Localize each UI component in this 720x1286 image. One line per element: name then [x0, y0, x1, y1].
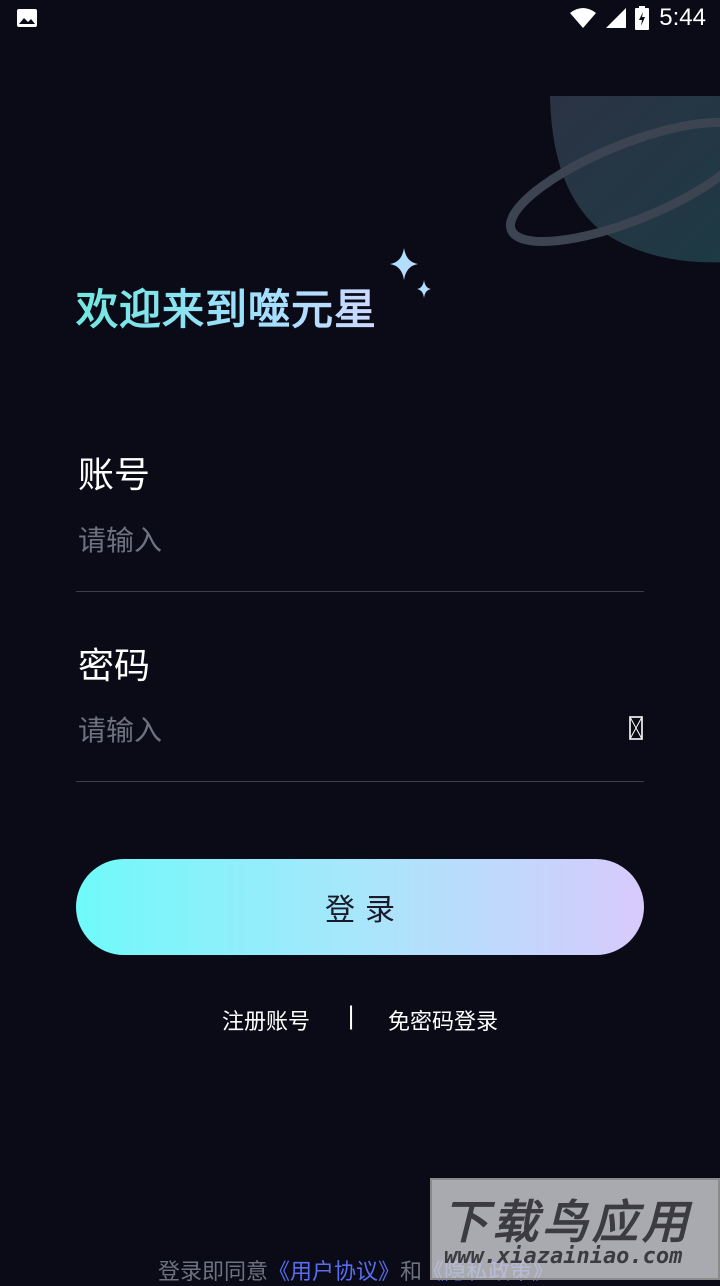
- planet-illustration: [505, 96, 720, 263]
- status-time: 5:44: [659, 4, 706, 31]
- account-divider: [76, 591, 644, 592]
- watermark: 下载鸟应用 www.xiazainiao.com: [430, 1178, 720, 1280]
- status-bar: 5:44: [0, 0, 720, 36]
- eye-toggle-icon[interactable]: [629, 716, 643, 740]
- secondary-links: 注册账号 | 免密码登录: [0, 1000, 720, 1040]
- links-separator: |: [347, 1002, 356, 1030]
- battery-charging-icon: [635, 6, 650, 30]
- wifi-icon: [570, 8, 597, 28]
- agreement-prefix: 登录即同意: [158, 1260, 269, 1285]
- watermark-title: 下载鸟应用: [442, 1195, 692, 1249]
- account-input[interactable]: [78, 518, 618, 562]
- agreement-conjunction: 和: [400, 1260, 423, 1285]
- password-input[interactable]: [78, 708, 608, 752]
- gallery-icon: [17, 9, 37, 27]
- sparkle-icon: [390, 248, 431, 298]
- signal-icon: [606, 8, 627, 28]
- welcome-title: 欢迎来到噬元星: [76, 276, 377, 337]
- passwordless-login-link[interactable]: 免密码登录: [388, 1004, 498, 1036]
- status-icons: 5:44: [569, 4, 706, 32]
- password-divider: [76, 781, 644, 782]
- password-label: 密码: [78, 646, 151, 687]
- user-agreement-link[interactable]: 《用户协议》: [268, 1260, 400, 1285]
- login-button[interactable]: 登录: [76, 859, 644, 955]
- register-link[interactable]: 注册账号: [222, 1004, 310, 1036]
- account-label: 账号: [78, 455, 151, 496]
- watermark-url: www.xiazainiao.com: [444, 1244, 683, 1269]
